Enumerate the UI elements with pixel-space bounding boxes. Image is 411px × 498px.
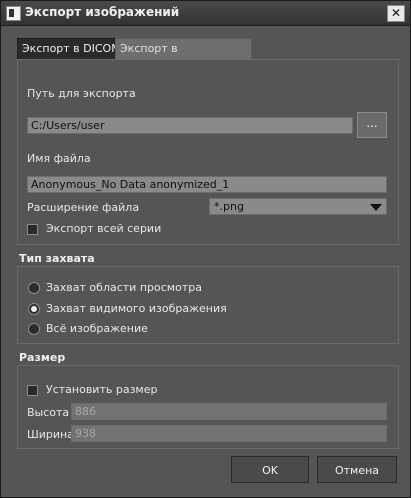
capture-visible-label: Захват видимого изображения (46, 302, 227, 315)
width-label: Ширина (27, 428, 74, 441)
set-size-checkbox[interactable] (27, 385, 38, 396)
export-series-label: Экспорт всей серии (46, 222, 162, 235)
filename-label: Имя файла (27, 152, 91, 165)
extension-value: *.png (214, 200, 244, 213)
height-label: Высота (27, 406, 70, 419)
export-series-checkbox[interactable] (27, 224, 38, 235)
export-images-dialog: Экспорт изображений ✕ Экспорт в DICOM Эк… (0, 0, 411, 498)
cancel-button[interactable]: Отмена (317, 456, 397, 483)
size-title: Размер (19, 351, 66, 364)
close-button[interactable]: ✕ (387, 5, 405, 22)
capture-full-radio[interactable] (28, 323, 40, 335)
set-size-label: Установить размер (46, 383, 158, 396)
app-icon (6, 6, 21, 21)
capture-viewport-label: Захват области просмотра (46, 281, 202, 294)
export-path-label: Путь для экспорта (27, 87, 136, 100)
extension-select[interactable]: *.png (209, 198, 387, 215)
capture-type-title: Тип захвата (19, 252, 95, 265)
chevron-down-icon (370, 204, 382, 211)
capture-full-label: Всё изображение (46, 322, 148, 335)
capture-visible-radio[interactable] (28, 303, 40, 315)
filename-input[interactable]: Anonymous_No Data anonymized_1 (27, 176, 387, 193)
window-title: Экспорт изображений (25, 5, 180, 19)
capture-viewport-radio[interactable] (28, 282, 40, 294)
ok-button[interactable]: OK (231, 456, 309, 483)
tab-export-dicom[interactable]: Экспорт в DICOM (17, 38, 131, 59)
tab-export-image[interactable]: Экспорт в изображение (115, 38, 252, 75)
browse-button[interactable]: ... (357, 112, 387, 138)
title-bar[interactable]: Экспорт изображений ✕ (1, 1, 410, 26)
extension-label: Расширение файла (27, 201, 140, 214)
height-input[interactable]: 886 (71, 403, 387, 420)
export-path-input[interactable]: C:/Users/user (27, 117, 353, 134)
width-input[interactable]: 938 (71, 425, 387, 442)
